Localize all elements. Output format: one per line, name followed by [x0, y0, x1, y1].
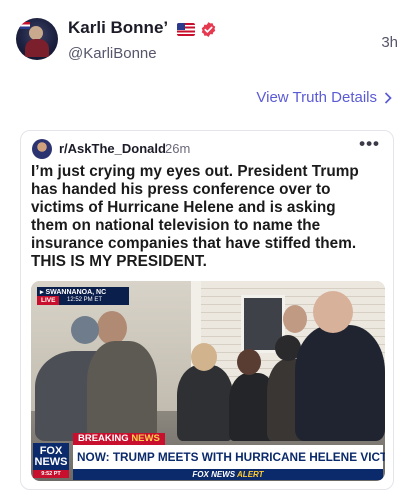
subreddit-avatar: [32, 139, 52, 159]
avatar-flag-detail: [20, 22, 30, 29]
photo-person-head: [313, 291, 353, 333]
post-line: THIS IS MY PRESIDENT.: [31, 253, 207, 270]
post-line: insurance companies that have stiffed th…: [31, 235, 357, 252]
breaking-news-tag: BREAKING NEWS: [73, 433, 165, 445]
tv-live-tag: LIVE: [37, 296, 60, 305]
photo-person-head: [283, 305, 307, 333]
photo-person: [87, 341, 157, 441]
embedded-post-age: 26m: [165, 141, 191, 156]
photo-person-head: [237, 349, 261, 375]
photo-person-head: [191, 343, 217, 371]
tv-clock: 12:52 PM ET: [67, 297, 103, 303]
tv-live-bar: LIVE 12:52 PM ET: [37, 296, 129, 305]
verified-badge-icon: [201, 22, 216, 37]
tv-alert-strap: FOX NEWS ALERT: [73, 469, 383, 480]
view-truth-details-label: View Truth Details: [256, 89, 377, 106]
photo-person-head: [97, 311, 127, 345]
author-avatar[interactable]: [16, 18, 58, 60]
post-line: them on national television to name the: [31, 217, 321, 234]
tv-headline: NOW: TRUMP MEETS WITH HURRICANE HELENE V…: [73, 445, 385, 469]
avatar-head: [29, 26, 43, 40]
fox-news-logo: FOX NEWS 9:52 PT: [33, 443, 69, 478]
photo-person: [177, 365, 233, 441]
post-line: has handed his press conference over to: [31, 181, 331, 198]
avatar-body: [25, 39, 49, 57]
author-name[interactable]: Karli Bonne’: [68, 18, 168, 38]
fox-logo-word-2: NEWS: [34, 456, 68, 468]
fox-logo-time: 9:52 PT: [33, 470, 69, 478]
us-flag-icon: [177, 23, 195, 36]
breaking-suffix: NEWS: [131, 433, 160, 444]
news-photo[interactable]: ▸ SWANNANOA, NC LIVE 12:52 PM ET FOX NEW…: [31, 281, 385, 481]
strap-suffix: ALERT: [237, 470, 264, 479]
subreddit-name[interactable]: r/AskThe_Donald: [59, 141, 166, 156]
view-truth-details-link[interactable]: View Truth Details: [256, 89, 392, 106]
embedded-post-card[interactable]: r/AskThe_Donald 26m ••• I’m just crying …: [20, 130, 394, 490]
breaking-prefix: BREAKING: [78, 433, 129, 444]
more-options-icon[interactable]: •••: [359, 134, 380, 154]
photo-person: [295, 325, 385, 441]
post-timestamp: 3h: [381, 34, 398, 51]
tv-lower-third: FOX NEWS 9:52 PT BREAKING NEWS NOW: TRUM…: [31, 433, 385, 481]
chevron-right-icon: [384, 91, 392, 104]
author-handle[interactable]: @KarliBonne: [68, 45, 157, 62]
photo-person-head: [71, 316, 99, 344]
embedded-post-text: I’m just crying my eyes out. President T…: [31, 163, 389, 271]
post-line: victims of Hurricane Helene and is askin…: [31, 199, 336, 216]
strap-prefix: FOX NEWS: [192, 470, 236, 479]
post-line: I’m just crying my eyes out. President T…: [31, 163, 359, 180]
